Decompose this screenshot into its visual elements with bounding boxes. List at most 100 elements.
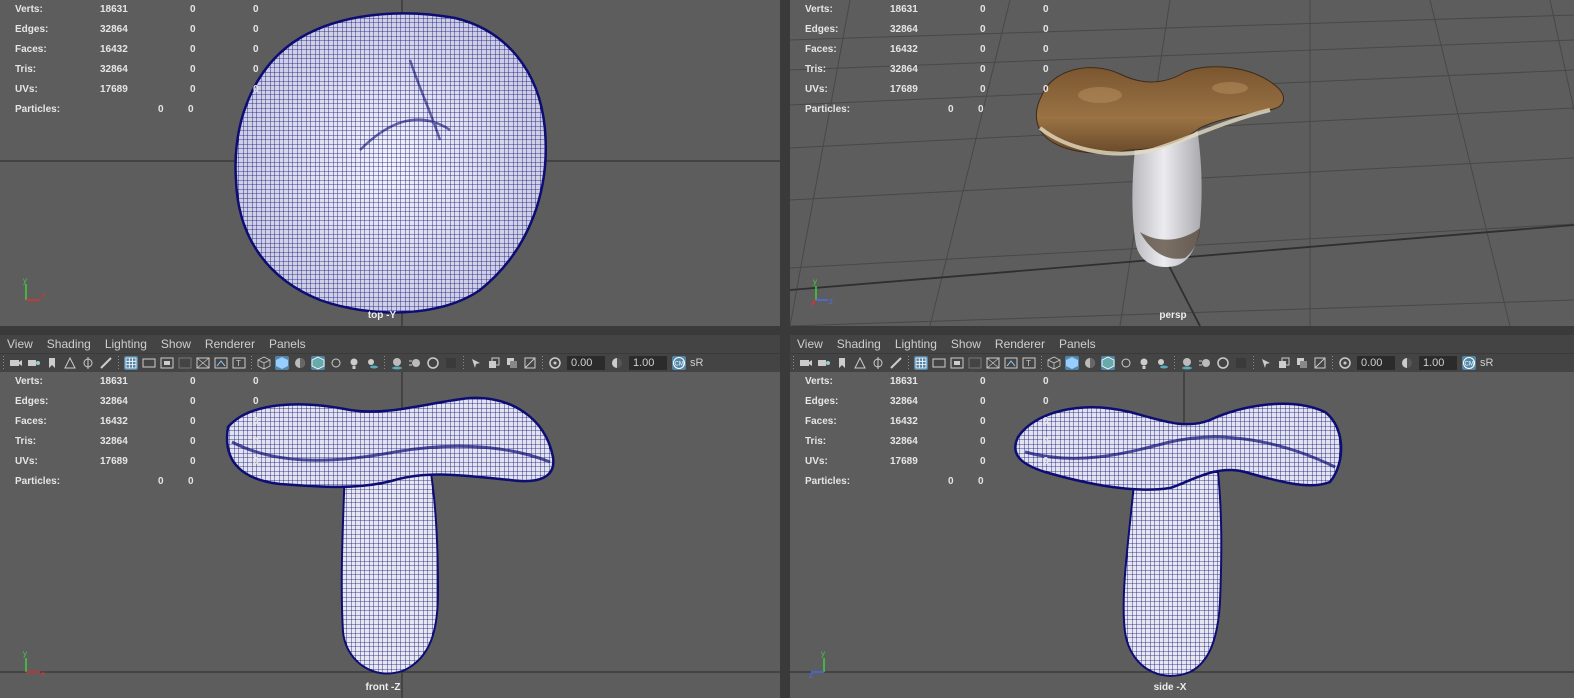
menu-panels[interactable]: Panels [262,335,313,353]
xray-joints-icon[interactable] [487,356,501,370]
stat-row-verts: Verts: 18631 0 0 [805,4,1049,15]
viewport-top[interactable]: Verts: 18631 0 0 Edges: 32864 0 0 Faces: 16432 0… [0,0,780,326]
svg-text:z: z [829,297,833,306]
resolution-gate-icon[interactable] [160,356,174,370]
xray-icon[interactable] [329,356,343,370]
exposure-icon[interactable] [548,356,562,370]
axis-gizmo: y z [810,278,833,306]
xray-icon[interactable] [1119,356,1133,370]
gamma-field[interactable]: 1.00 [629,356,667,370]
menu-show[interactable]: Show [944,335,988,353]
lights-icon[interactable] [1137,356,1151,370]
wireframe-on-shaded-icon[interactable] [311,356,325,370]
menu-shading[interactable]: Shading [830,335,888,353]
stat-row-faces: Faces: 16432 0 0 [805,44,1049,55]
viewport-side[interactable]: Verts: 18631 0 0 Edges: 32864 0 0 Faces: 16432 0… [790,372,1574,698]
shadows-icon[interactable] [365,356,379,370]
stat-row-uvs: UVs: 17689 0 0 [805,456,1049,467]
gamma-icon[interactable] [610,356,624,370]
depth-of-field-icon[interactable] [444,356,458,370]
motion-blur-icon[interactable] [1198,356,1212,370]
menu-renderer[interactable]: Renderer [198,335,262,353]
backface-culling-icon[interactable] [1313,356,1327,370]
safe-action-icon[interactable] [214,356,228,370]
wireframe-icon[interactable] [1047,356,1061,370]
toolbar-separator [1174,356,1175,370]
safe-title-icon[interactable]: T [1022,356,1036,370]
camera-attributes-icon[interactable] [27,356,41,370]
grid-icon[interactable] [914,356,928,370]
safe-title-icon[interactable]: T [232,356,246,370]
camera-attributes-icon[interactable] [817,356,831,370]
select-camera-icon[interactable] [799,356,813,370]
svg-text:x: x [41,669,45,678]
lights-icon[interactable] [347,356,361,370]
multisample-aa-icon[interactable] [1216,356,1230,370]
gate-mask-icon[interactable] [178,356,192,370]
stat-row-verts: Verts: 18631 0 0 [805,376,1049,387]
backface-culling-icon[interactable] [523,356,537,370]
menu-view[interactable]: View [790,335,830,353]
color-management-icon[interactable]: CM [672,356,686,370]
select-camera-icon[interactable] [9,356,23,370]
color-space-label[interactable]: sR [690,357,703,369]
toolbar-separator [118,356,119,370]
screen-space-ao-icon[interactable] [1180,356,1194,370]
field-chart-icon[interactable] [986,356,1000,370]
color-space-label[interactable]: sR [1480,357,1493,369]
menu-shading[interactable]: Shading [40,335,98,353]
gamma-icon[interactable] [1400,356,1414,370]
bookmark-icon[interactable] [45,356,59,370]
viewport-front[interactable]: Verts: 18631 0 0 Edges: 32864 0 0 Faces: 16432 0… [0,372,780,698]
smooth-shade-icon[interactable] [1065,356,1079,370]
screen-space-ao-icon[interactable] [390,356,404,370]
2d-pan-zoom-icon[interactable] [81,356,95,370]
axis-gizmo: y x [23,278,45,301]
camera-label: front -Z [365,682,401,693]
gamma-field[interactable]: 1.00 [1419,356,1457,370]
menu-lighting[interactable]: Lighting [888,335,944,353]
menu-view[interactable]: View [0,335,40,353]
panel-toolbar: T 0.00 1.00 CM sR [0,354,780,372]
film-gate-icon[interactable] [932,356,946,370]
film-gate-icon[interactable] [142,356,156,370]
xray-active-components-icon[interactable] [1295,356,1309,370]
default-material-icon[interactable] [293,356,307,370]
toolbar-separator [542,356,543,370]
isolate-select-icon[interactable] [1259,356,1273,370]
field-chart-icon[interactable] [196,356,210,370]
safe-action-icon[interactable] [1004,356,1018,370]
camera-label: top -Y [367,310,397,321]
menu-lighting[interactable]: Lighting [98,335,154,353]
menu-renderer[interactable]: Renderer [988,335,1052,353]
color-management-icon[interactable]: CM [1462,356,1476,370]
resolution-gate-icon[interactable] [950,356,964,370]
2d-pan-zoom-icon[interactable] [871,356,885,370]
multisample-aa-icon[interactable] [426,356,440,370]
default-material-icon[interactable] [1083,356,1097,370]
viewport-persp[interactable]: Verts: 18631 0 0 Edges: 32864 0 0 Faces: 16432 0… [790,0,1574,326]
isolate-select-icon[interactable] [469,356,483,370]
wireframe-on-shaded-icon[interactable] [1101,356,1115,370]
grease-pencil-icon[interactable] [99,356,113,370]
image-plane-icon[interactable] [63,356,77,370]
panel-toolbar: T 0.00 1.00 CM sR [790,354,1574,372]
exposure-field[interactable]: 0.00 [567,356,605,370]
image-plane-icon[interactable] [853,356,867,370]
stat-row-particles: Particles: 0 0 [805,476,984,487]
bookmark-icon[interactable] [835,356,849,370]
smooth-shade-icon[interactable] [275,356,289,370]
xray-active-components-icon[interactable] [505,356,519,370]
menu-panels[interactable]: Panels [1052,335,1103,353]
xray-joints-icon[interactable] [1277,356,1291,370]
depth-of-field-icon[interactable] [1234,356,1248,370]
motion-blur-icon[interactable] [408,356,422,370]
shadows-icon[interactable] [1155,356,1169,370]
exposure-icon[interactable] [1338,356,1352,370]
gate-mask-icon[interactable] [968,356,982,370]
wireframe-icon[interactable] [257,356,271,370]
grid-icon[interactable] [124,356,138,370]
menu-show[interactable]: Show [154,335,198,353]
grease-pencil-icon[interactable] [889,356,903,370]
exposure-field[interactable]: 0.00 [1357,356,1395,370]
